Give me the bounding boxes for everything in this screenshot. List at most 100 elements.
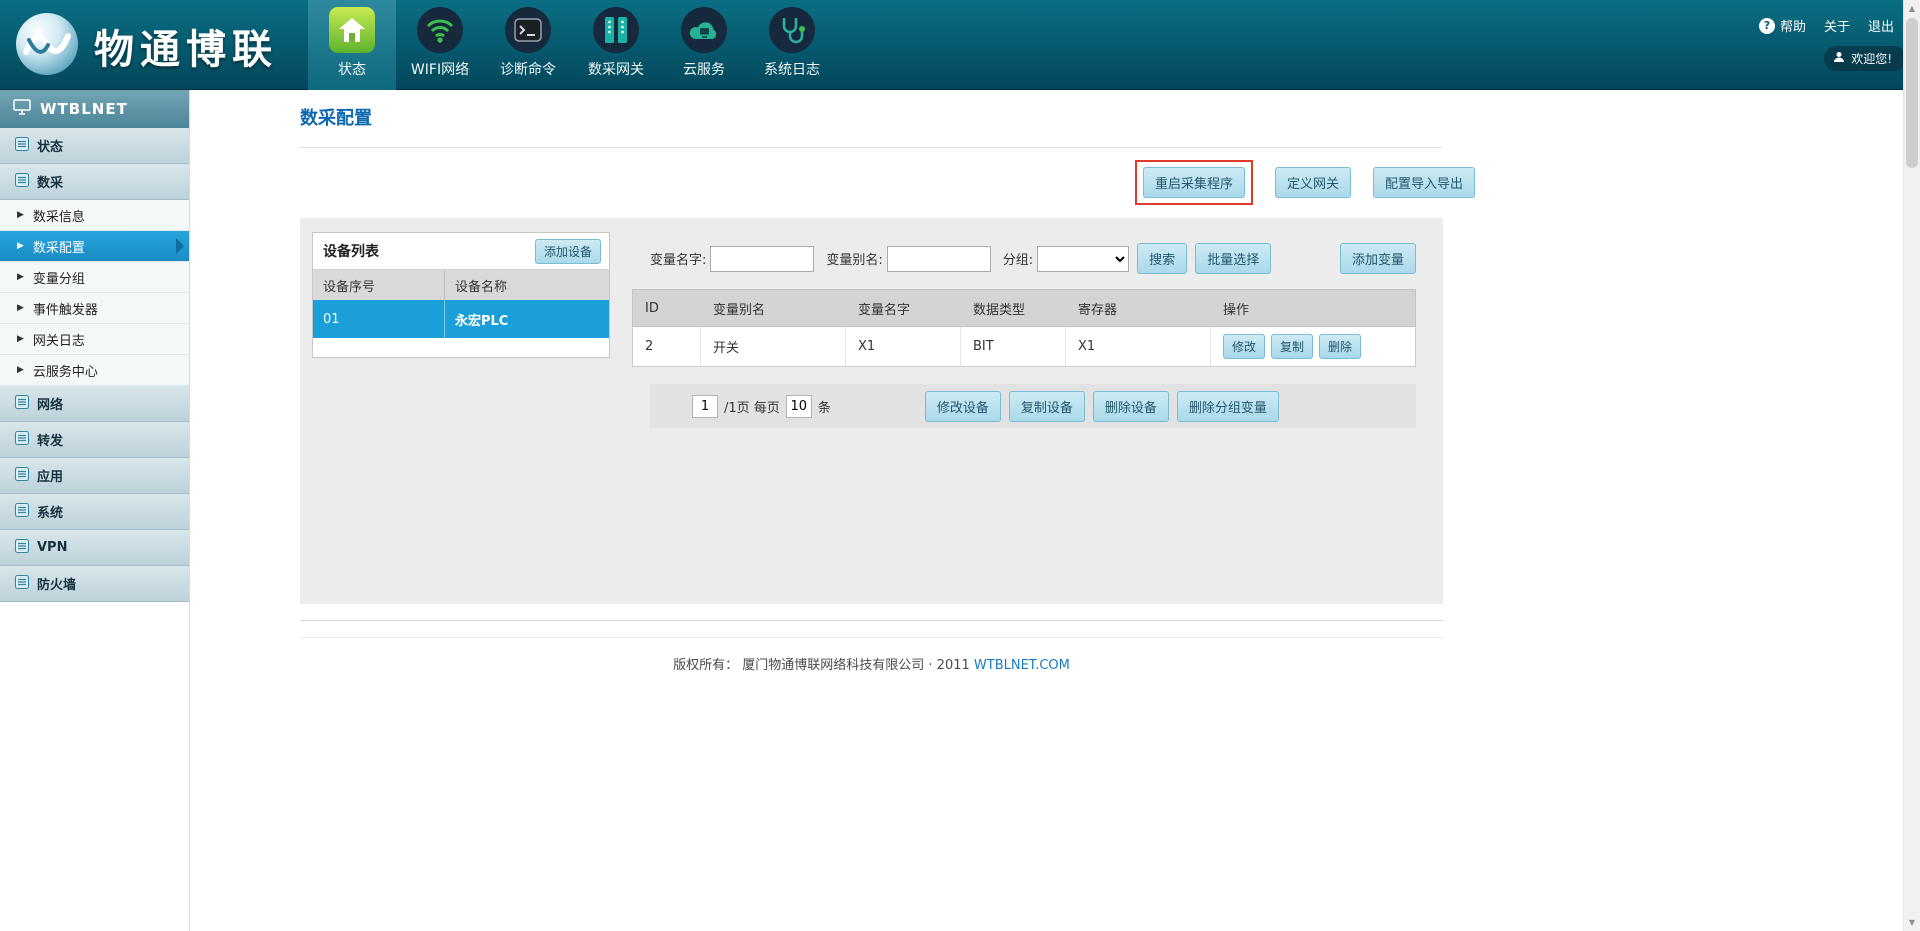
row-copy-button[interactable]: 复制 <box>1271 334 1313 359</box>
delete-group-vars-button[interactable]: 删除分组变量 <box>1177 391 1279 422</box>
sidebar-item-network[interactable]: 网络 <box>0 386 189 422</box>
divider <box>300 620 1443 621</box>
sidebar-item-label: 系统 <box>37 502 63 521</box>
tab-diagnostic-command[interactable]: 诊断命令 <box>484 0 572 90</box>
device-table-header: 设备序号 设备名称 <box>313 270 609 300</box>
monitor-icon <box>13 99 31 119</box>
sidebar-item-label: 数采配置 <box>33 237 85 256</box>
sidebar-item-dataacq-config[interactable]: ▶ 数采配置 <box>0 231 189 262</box>
sidebar-item-label: VPN <box>37 540 67 555</box>
sidebar-item-label: 网络 <box>37 394 63 413</box>
sidebar-item-system[interactable]: 系统 <box>0 494 189 530</box>
wifi-icon <box>417 7 463 53</box>
add-device-button[interactable]: 添加设备 <box>535 239 601 264</box>
sidebar-item-label: 数采信息 <box>33 206 85 225</box>
footer-link[interactable]: WTBLNET.COM <box>974 658 1070 673</box>
device-row-selected[interactable]: 01 永宏PLC <box>313 300 609 338</box>
delete-device-button[interactable]: 删除设备 <box>1093 391 1169 422</box>
page-size-suffix-text: 条 <box>818 397 831 416</box>
sidebar-item-application[interactable]: 应用 <box>0 458 189 494</box>
sidebar-title: WTBLNET <box>40 100 128 118</box>
list-icon <box>15 431 29 449</box>
group-label: 分组: <box>1003 249 1033 268</box>
sidebar-item-gateway-log[interactable]: ▶ 网关日志 <box>0 324 189 355</box>
scroll-up-arrow[interactable]: ▲ <box>1904 0 1920 17</box>
scrollbar-thumb[interactable] <box>1906 18 1918 168</box>
welcome-text: 欢迎您! <box>1851 50 1892 67</box>
sidebar-item-firewall[interactable]: 防火墙 <box>0 566 189 602</box>
add-variable-button[interactable]: 添加变量 <box>1340 243 1416 274</box>
sidebar-item-label: 防火墙 <box>37 574 76 593</box>
list-icon <box>15 173 29 191</box>
server-icon <box>593 7 639 53</box>
sidebar-item-forwarding[interactable]: 转发 <box>0 422 189 458</box>
row-delete-button[interactable]: 删除 <box>1319 334 1361 359</box>
device-serial: 01 <box>313 300 445 338</box>
var-alias-input[interactable] <box>887 246 991 272</box>
sidebar-item-vpn[interactable]: VPN <box>0 530 189 566</box>
logout-link[interactable]: 退出 <box>1868 16 1894 35</box>
sidebar-item-label: 状态 <box>37 136 63 155</box>
cell-datatype: BIT <box>961 327 1066 366</box>
help-link[interactable]: ? 帮助 <box>1759 16 1806 35</box>
variables-table-header: ID 变量别名 变量名字 数据类型 寄存器 操作 <box>632 289 1416 327</box>
col-id: ID <box>633 290 701 326</box>
welcome-badge[interactable]: 欢迎您! <box>1824 46 1906 71</box>
about-link[interactable]: 关于 <box>1824 16 1850 35</box>
copy-device-button[interactable]: 复制设备 <box>1009 391 1085 422</box>
sidebar-item-cloud-center[interactable]: ▶ 云服务中心 <box>0 355 189 386</box>
edit-device-button[interactable]: 修改设备 <box>925 391 1001 422</box>
cell-register: X1 <box>1066 327 1211 366</box>
variables-table: ID 变量别名 变量名字 数据类型 寄存器 操作 2 开关 X1 BIT X1 … <box>632 289 1416 367</box>
scroll-down-arrow[interactable]: ▼ <box>1904 914 1920 931</box>
vertical-scrollbar[interactable]: ▲ ▼ <box>1903 0 1920 931</box>
caret-right-icon: ▶ <box>17 272 24 282</box>
var-alias-label: 变量别名: <box>826 249 882 268</box>
help-icon: ? <box>1759 18 1775 34</box>
pagination-bar: /1页 每页 条 修改设备 复制设备 删除设备 删除分组变量 <box>650 384 1416 428</box>
config-import-export-button[interactable]: 配置导入导出 <box>1373 167 1475 198</box>
sidebar-item-dataacq-info[interactable]: ▶ 数采信息 <box>0 200 189 231</box>
caret-right-icon: ▶ <box>17 365 24 375</box>
batch-select-button[interactable]: 批量选择 <box>1195 243 1271 274</box>
var-name-input[interactable] <box>710 246 814 272</box>
terminal-icon <box>505 7 551 53</box>
sidebar-item-event-trigger[interactable]: ▶ 事件触发器 <box>0 293 189 324</box>
page-action-buttons: 重启采集程序 定义网关 配置导入导出 <box>1135 160 1475 205</box>
list-icon <box>15 395 29 413</box>
page-size-input[interactable] <box>786 395 812 418</box>
tab-wifi-network[interactable]: WIFI网络 <box>396 0 484 90</box>
sidebar-item-variable-group[interactable]: ▶ 变量分组 <box>0 262 189 293</box>
device-name-column: 设备名称 <box>445 270 609 300</box>
device-list-empty-space <box>313 338 609 357</box>
about-label: 关于 <box>1824 16 1850 35</box>
divider <box>300 637 1443 638</box>
screen: 物通博联 状态 <box>0 0 1920 931</box>
restart-collector-button[interactable]: 重启采集程序 <box>1143 167 1245 198</box>
device-list-header: 设备列表 添加设备 <box>313 233 609 270</box>
tab-cloud-service[interactable]: 云服务 <box>660 0 748 90</box>
col-register: 寄存器 <box>1066 290 1211 326</box>
row-edit-button[interactable]: 修改 <box>1223 334 1265 359</box>
highlight-box: 重启采集程序 <box>1135 160 1253 205</box>
define-gateway-button[interactable]: 定义网关 <box>1275 167 1351 198</box>
divider <box>300 147 1443 148</box>
sidebar-header: WTBLNET <box>0 90 189 128</box>
caret-right-icon: ▶ <box>17 334 24 344</box>
page-input[interactable] <box>692 395 718 418</box>
home-icon <box>329 7 375 53</box>
variable-filter-bar: 变量名字: 变量别名: 分组: 搜索 批量选择 添加变量 <box>650 245 1416 272</box>
tab-label: 系统日志 <box>764 59 820 79</box>
sidebar-item-data-acquisition[interactable]: 数采 <box>0 164 189 200</box>
tab-system-log[interactable]: 系统日志 <box>748 0 836 90</box>
list-icon <box>15 539 29 557</box>
variable-row[interactable]: 2 开关 X1 BIT X1 修改 复制 删除 <box>632 327 1416 367</box>
search-button[interactable]: 搜索 <box>1137 243 1187 274</box>
sidebar-item-status[interactable]: 状态 <box>0 128 189 164</box>
tab-label: 状态 <box>338 59 366 79</box>
tab-data-gateway[interactable]: 数采网关 <box>572 0 660 90</box>
sidebar-item-label: 数采 <box>37 172 63 191</box>
tab-status[interactable]: 状态 <box>308 0 396 90</box>
stethoscope-icon <box>769 7 815 53</box>
group-select[interactable] <box>1037 246 1129 272</box>
